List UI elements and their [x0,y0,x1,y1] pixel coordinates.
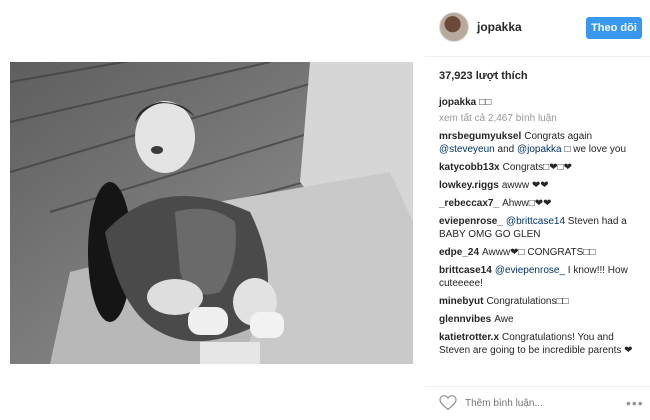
comment-username[interactable]: edpe_24 [439,247,479,258]
author-username[interactable]: jopakka [477,20,522,34]
comment-text: Ahww□❤❤ [502,198,552,209]
comment-username[interactable]: glennvibes [439,314,491,325]
post-photo[interactable] [10,62,413,364]
view-all-comments-link[interactable]: xem tất cả 2,467 bình luận [439,112,639,125]
comment-username[interactable]: katycobb13x [439,162,500,173]
caption: jopakka □□ [439,96,639,109]
comment-username[interactable]: brittcase14 [439,265,492,276]
comment-text: awww ❤❤ [501,180,549,191]
comment-username[interactable]: lowkey.riggs [439,180,499,191]
more-options-icon[interactable]: ••• [626,395,644,411]
add-comment-input[interactable] [465,395,615,411]
comment-item: katycobb13x Congrats□❤□❤ [439,161,639,174]
comment-text: □ we love you [561,144,627,155]
caption-text: □□ [479,97,492,108]
comment-item: brittcase14 @eviepenrose_ I know!!! How c… [439,264,639,290]
comment-username[interactable]: eviepenrose_ [439,216,503,227]
post-header: jopakka Theo dõi [425,0,650,57]
mention-link[interactable]: @jopakka [517,144,562,155]
comment-text: Congrats again [524,131,593,142]
comment-item: mrsbegumyuksel Congrats again @steveyeun … [439,130,639,156]
comment-item: minebyut Congratulations□□ [439,295,639,308]
mention-link[interactable]: @steveyeun [439,144,495,155]
heart-icon[interactable] [439,395,457,411]
post-sidebar: jopakka Theo dõi 37,923 lượt thích jopak… [425,0,650,419]
comment-item: eviepenrose_ @brittcase14 Steven had a BA… [439,215,639,241]
comment-text: and [494,144,517,155]
mention-link[interactable]: @brittcase14 [506,216,565,227]
comment-text: Congratulations□□ [486,296,569,307]
comment-item: _rebeccax7_ Ahww□❤❤ [439,197,639,210]
likes-count[interactable]: 37,923 lượt thích [439,70,528,82]
comment-item: glennvibes Awe [439,313,639,326]
comment-username[interactable]: minebyut [439,296,483,307]
comment-item: katietrotter.x Congratulations! You and S… [439,331,639,357]
add-comment-row: ••• [425,386,650,420]
comment-text: Awe [494,314,514,325]
comment-text: Awww❤□ CONGRATS□□ [482,247,596,258]
comment-list: jopakka □□ xem tất cả 2,467 bình luận mrs… [439,96,639,376]
comment-item: lowkey.riggs awww ❤❤ [439,179,639,192]
avatar[interactable] [439,12,469,42]
comment-text: Congrats□❤□❤ [502,162,573,173]
comment-username[interactable]: katietrotter.x [439,332,499,343]
comment-username[interactable]: _rebeccax7_ [439,198,499,209]
comment-item: edpe_24 Awww❤□ CONGRATS□□ [439,246,639,259]
photo-pane [0,0,425,419]
baby-photo-illustration [10,62,413,364]
mention-link[interactable]: @eviepenrose_ [495,265,565,276]
follow-button[interactable]: Theo dõi [586,17,642,39]
comment-username[interactable]: mrsbegumyuksel [439,131,521,142]
caption-username[interactable]: jopakka [439,97,476,108]
